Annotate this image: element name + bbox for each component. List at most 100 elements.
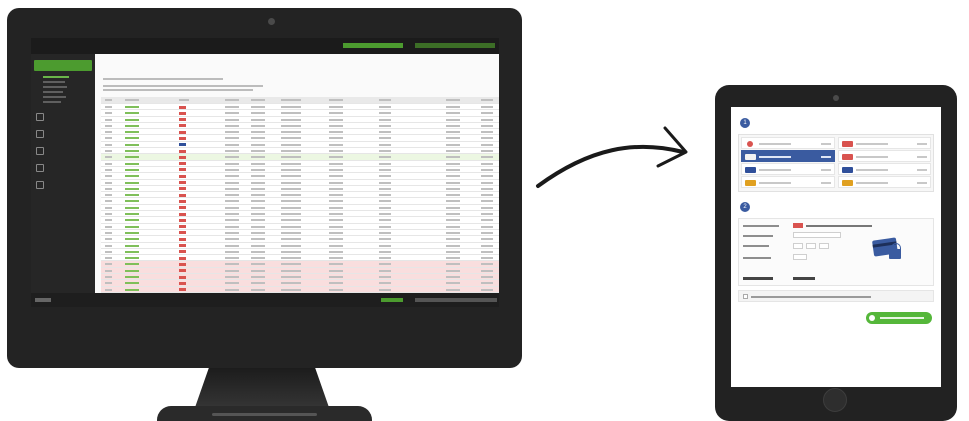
terms-checkbox[interactable] <box>743 294 748 299</box>
payment-option[interactable] <box>741 137 835 149</box>
table-cell <box>251 257 265 260</box>
row-checkbox[interactable] <box>105 118 112 121</box>
card-type-icon <box>179 269 186 273</box>
table-cell <box>251 206 265 209</box>
row-checkbox[interactable] <box>105 168 112 171</box>
expiry-month-select[interactable] <box>793 243 803 249</box>
payment-option[interactable] <box>837 137 931 149</box>
row-checkbox[interactable] <box>105 263 112 266</box>
expiry-extra-select[interactable] <box>819 243 829 249</box>
table-cell <box>379 175 391 178</box>
curved-arrow-icon <box>536 126 688 188</box>
topbar-link-1[interactable] <box>343 43 403 48</box>
row-checkbox[interactable] <box>105 231 112 234</box>
sidebar-item-1[interactable] <box>33 110 93 124</box>
support-link[interactable] <box>381 298 403 302</box>
sidebar-subitem[interactable] <box>43 81 65 83</box>
sidebar-item-4[interactable] <box>33 161 93 175</box>
card-type-icon <box>179 250 186 254</box>
row-checkbox[interactable] <box>105 150 112 153</box>
table-cell <box>379 118 391 121</box>
table-cell <box>329 263 343 266</box>
table-cell <box>251 288 265 291</box>
row-checkbox[interactable] <box>105 131 112 134</box>
row-checkbox[interactable] <box>105 175 112 178</box>
sidebar-item-3[interactable] <box>33 144 93 158</box>
sidebar-subitem[interactable] <box>43 86 67 88</box>
row-checkbox[interactable] <box>105 143 112 146</box>
row-checkbox[interactable] <box>105 187 112 190</box>
table-cell <box>281 263 301 266</box>
selected-method-text <box>806 225 872 227</box>
sidebar-item-5[interactable] <box>33 178 93 192</box>
expiry-year-select[interactable] <box>806 243 816 249</box>
row-checkbox[interactable] <box>105 162 112 165</box>
payment-option[interactable] <box>837 163 931 175</box>
table-cell <box>125 206 139 209</box>
row-checkbox[interactable] <box>105 244 112 247</box>
table-cell <box>251 238 265 241</box>
row-checkbox[interactable] <box>105 282 112 285</box>
table-cell <box>125 137 139 140</box>
row-checkbox[interactable] <box>105 106 112 108</box>
payment-option[interactable] <box>741 176 835 188</box>
row-checkbox[interactable] <box>105 257 112 260</box>
header-cell[interactable] <box>125 99 139 101</box>
header-cell[interactable] <box>281 99 301 101</box>
sidebar-subitem[interactable] <box>43 96 66 98</box>
row-checkbox[interactable] <box>105 137 112 140</box>
header-cell[interactable] <box>225 99 239 101</box>
table-cell <box>446 282 460 285</box>
row-checkbox[interactable] <box>105 225 112 228</box>
header-cell[interactable] <box>379 99 391 101</box>
tablet-home-button[interactable] <box>823 388 847 412</box>
card-number-input[interactable] <box>793 232 841 238</box>
payment-option-selected[interactable] <box>741 150 835 162</box>
topbar-link-2[interactable] <box>415 43 495 48</box>
table-cell <box>125 143 139 146</box>
card-type-icon <box>179 155 186 159</box>
cvc-input[interactable] <box>793 254 807 260</box>
row-checkbox[interactable] <box>105 206 112 209</box>
table-cell <box>225 194 239 197</box>
sidebar-subitem[interactable] <box>43 91 63 93</box>
row-checkbox[interactable] <box>105 213 112 216</box>
header-cell[interactable] <box>329 99 343 101</box>
sidebar-subitem[interactable] <box>43 76 69 78</box>
header-cell[interactable] <box>481 99 493 101</box>
row-checkbox[interactable] <box>105 250 112 253</box>
cart-icon <box>869 315 875 321</box>
table-cell <box>329 219 343 222</box>
header-cell[interactable] <box>179 99 189 101</box>
table-cell <box>446 112 460 115</box>
payment-option[interactable] <box>741 163 835 175</box>
table-cell <box>251 112 265 115</box>
row-checkbox[interactable] <box>105 194 112 197</box>
row-checkbox[interactable] <box>105 200 112 203</box>
row-checkbox[interactable] <box>105 269 112 272</box>
sidebar-subitem[interactable] <box>43 101 61 103</box>
row-checkbox[interactable] <box>105 238 112 241</box>
table-cell <box>225 263 239 266</box>
checkout-button[interactable] <box>866 312 932 324</box>
payment-option[interactable] <box>837 150 931 162</box>
table-cell <box>329 131 343 134</box>
row-checkbox[interactable] <box>105 288 112 291</box>
header-cell[interactable] <box>446 99 460 101</box>
table-cell <box>125 124 139 127</box>
table-cell <box>446 213 460 216</box>
table-row[interactable] <box>101 286 499 293</box>
sidebar-active-section[interactable] <box>34 60 92 71</box>
row-checkbox[interactable] <box>105 124 112 127</box>
header-cell[interactable] <box>105 99 112 101</box>
header-cell[interactable] <box>251 99 265 101</box>
tablet-device: 1 2 <box>715 85 957 421</box>
row-checkbox[interactable] <box>105 276 112 279</box>
table-cell <box>379 200 391 203</box>
row-checkbox[interactable] <box>105 181 112 184</box>
row-checkbox[interactable] <box>105 156 112 159</box>
row-checkbox[interactable] <box>105 219 112 222</box>
sidebar-item-2[interactable] <box>33 127 93 141</box>
row-checkbox[interactable] <box>105 112 112 115</box>
payment-option[interactable] <box>837 176 931 188</box>
